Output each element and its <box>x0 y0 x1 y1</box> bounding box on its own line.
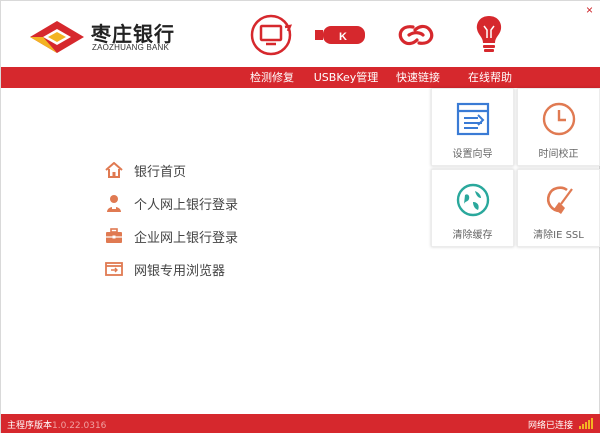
clock-icon <box>539 99 579 139</box>
signal-strength-icon <box>579 418 593 429</box>
clear-ssl-icon <box>539 180 579 220</box>
link-icon <box>398 24 434 46</box>
link-bank-home[interactable]: 银行首页 <box>103 159 323 181</box>
monitor-repair-icon <box>250 14 293 56</box>
toolbar-label-bar: 检测修复 USBKey管理 快速链接 在线帮助 <box>1 67 600 88</box>
lightbulb-icon <box>476 16 502 52</box>
help-tool-button[interactable] <box>459 9 519 61</box>
brand-name-en: ZAOZHUANG BANK <box>92 43 170 52</box>
link-label: 个人网上银行登录 <box>134 197 239 213</box>
menu-quick-links[interactable]: 快速链接 <box>389 67 447 88</box>
version-value: 1.0.22.0316 <box>52 421 107 431</box>
tile-setup-wizard[interactable]: 设置向导 <box>431 88 514 166</box>
link-tool-button[interactable] <box>386 9 446 61</box>
tile-clear-cache[interactable]: 清除缓存 <box>431 169 514 247</box>
setup-wizard-icon <box>453 99 493 139</box>
tile-label: 设置向导 <box>452 149 493 160</box>
menu-online-help[interactable]: 在线帮助 <box>461 67 519 88</box>
version-info: 主程序版本1.0.22.0316 <box>7 418 106 431</box>
link-label: 银行首页 <box>134 164 187 180</box>
link-label: 企业网上银行登录 <box>134 230 239 246</box>
header: 枣庄银行 ZAOZHUANG BANK × K <box>1 1 600 67</box>
repair-tool-button[interactable] <box>241 9 301 61</box>
link-enterprise-login[interactable]: 企业网上银行登录 <box>103 225 323 247</box>
bank-logo-icon <box>30 21 84 53</box>
tile-label: 清除IE SSL <box>533 230 584 241</box>
version-label: 主程序版本 <box>7 421 53 431</box>
menu-repair[interactable]: 检测修复 <box>243 67 301 88</box>
tool-tiles: 设置向导 时间校正 清除缓存 清除IE SSL <box>431 88 600 248</box>
briefcase-icon <box>103 226 125 246</box>
usbkey-tool-button[interactable]: K <box>311 9 371 61</box>
browser-icon <box>103 259 125 279</box>
clear-cache-icon <box>453 180 493 220</box>
network-status: 网络已连接 <box>527 421 573 431</box>
usbkey-letter: K <box>339 31 347 43</box>
link-personal-login[interactable]: 个人网上银行登录 <box>103 192 323 214</box>
tile-label: 时间校正 <box>538 149 579 160</box>
menu-usbkey[interactable]: USBKey管理 <box>311 67 381 88</box>
tile-label: 清除缓存 <box>452 230 493 241</box>
tile-time-sync[interactable]: 时间校正 <box>517 88 600 166</box>
usbkey-icon: K <box>315 26 365 44</box>
status-bar: 主程序版本1.0.22.0316 网络已连接 <box>1 414 600 433</box>
person-icon <box>103 193 125 213</box>
link-secure-browser[interactable]: 网银专用浏览器 <box>103 258 323 280</box>
home-icon <box>103 160 125 180</box>
close-button[interactable]: × <box>586 3 593 17</box>
link-label: 网银专用浏览器 <box>134 263 226 279</box>
tile-clear-ssl[interactable]: 清除IE SSL <box>517 169 600 247</box>
app-window: 枣庄银行 ZAOZHUANG BANK × K 检测修复 USBKey管理 快速… <box>0 0 600 433</box>
